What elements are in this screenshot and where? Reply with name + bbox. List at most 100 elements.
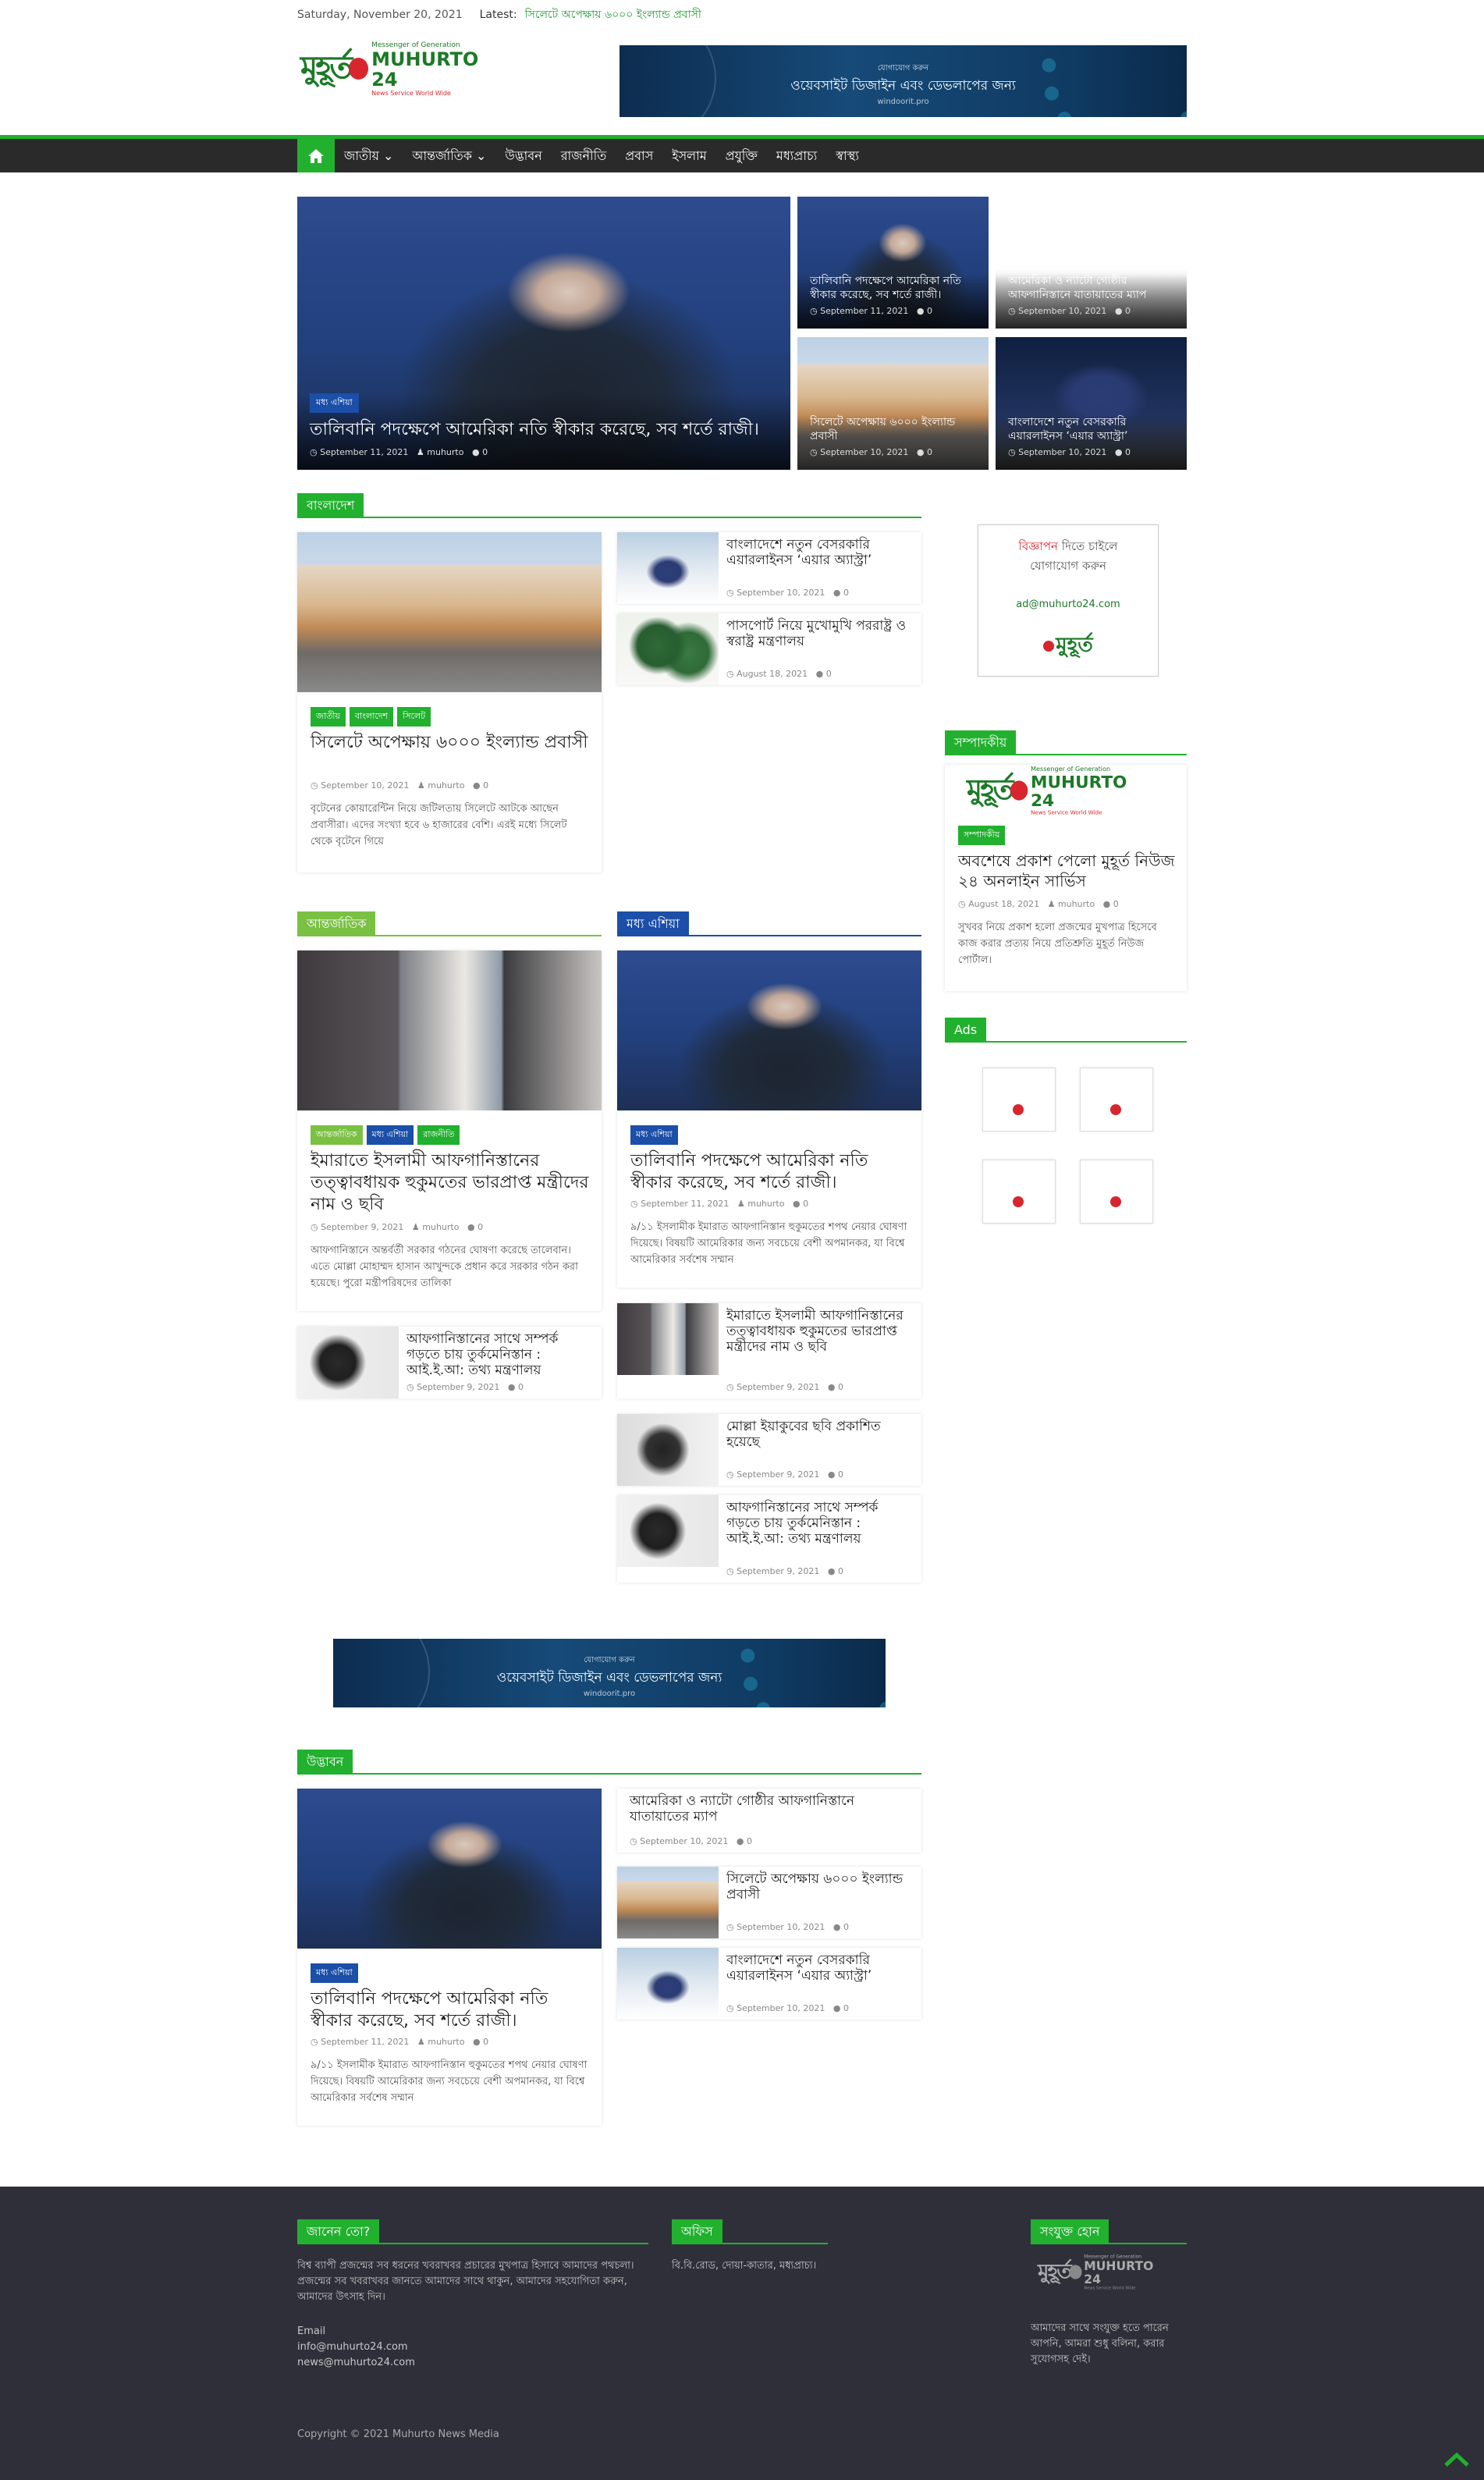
list-item-title[interactable]: মোল্লা ইয়াকুবের ছবি প্রকাশিত হয়েছে (726, 1419, 914, 1450)
scroll-to-top-button[interactable] (1443, 2452, 1470, 2468)
tag[interactable]: মধ্য এশিয়া (630, 1125, 678, 1145)
ad-thumbnail[interactable] (1080, 1160, 1153, 1224)
list-item-meta: ◷ September 9, 2021 ● 0 (726, 1566, 843, 1576)
featured-small-4[interactable]: বাংলাদেশে নতুন বেসরকারি এয়ারলাইনস ‘এয়া… (996, 337, 1187, 470)
home-button[interactable] (297, 139, 335, 172)
featured-small-2[interactable]: আমেরিকা ও ন্যাটো গোষ্ঠীর আফগানিস্তানে যা… (996, 197, 1187, 329)
featured-main[interactable]: মধ্য এশিয়া তালিবানি পদক্ষেপে আমেরিকা নত… (297, 197, 790, 470)
nav-item-technology[interactable]: প্রযুক্তি (716, 139, 767, 172)
list-item-thumb[interactable] (617, 1867, 719, 1938)
list-item-meta: ◷ August 18, 2021 ● 0 (726, 669, 832, 679)
list-item[interactable]: বাংলাদেশে নতুন বেসরকারি এয়ারলাইনস ‘এয়া… (617, 1948, 921, 2020)
nav-item-national[interactable]: জাতীয় ⌄ (335, 139, 403, 172)
nav-item-islam[interactable]: ইসলাম (662, 139, 715, 172)
ad-email: ad@muhurto24.com (1016, 599, 1120, 610)
nav-item-middle-east[interactable]: মধ্যপ্রাচ্য (767, 139, 826, 172)
banner-line1: যোগাযোগ করুন (877, 64, 929, 73)
featured-main-category[interactable]: মধ্য এশিয়া (310, 393, 359, 413)
ad-line1: বিজ্ঞাপন দিতে চাইলে (1018, 539, 1118, 553)
list-item-title[interactable]: সিলেটে অপেক্ষায় ৬০০০ ইংল্যান্ড প্রবাসী (726, 1871, 914, 1903)
list-item[interactable]: আফগানিস্তানের সাথে সম্পর্ক গড়তে চায় তু… (617, 1495, 921, 1583)
list-item-meta: ◷ September 9, 2021 ● 0 (726, 1382, 843, 1392)
list-item-meta: ◷ September 10, 2021 ● 0 (726, 1922, 849, 1932)
tag[interactable]: মধ্য এশিয়া (311, 1963, 358, 1983)
list-item-title[interactable]: বাংলাদেশে নতুন বেসরকারি এয়ারলাইনস ‘এয়া… (726, 537, 914, 568)
list-item[interactable]: আফগানিস্তানের সাথে সম্পর্ক গড়তে চায় তু… (297, 1327, 602, 1398)
ad-thumbnail[interactable] (982, 1068, 1056, 1132)
home-icon (308, 148, 324, 163)
list-item[interactable]: পাসপোর্ট নিয়ে মুখোমুখি পররাষ্ট্র ও স্বর… (617, 613, 921, 685)
editorial-meta: ◷ August 18, 2021 ♟ muhurto ● 0 (958, 899, 1119, 909)
copyright-link[interactable]: Muhurto News Media (392, 2428, 499, 2440)
list-item-title[interactable]: আফগানিস্তানের সাথে সম্পর্ক গড়তে চায় তু… (726, 1500, 914, 1547)
list-item-thumb[interactable] (617, 613, 719, 685)
tag[interactable]: রাজনীতি (417, 1125, 460, 1145)
list-item-thumb[interactable] (617, 1495, 719, 1567)
logo-dot-icon (1013, 1196, 1024, 1207)
featured-small-title[interactable]: আমেরিকা ও ন্যাটো গোষ্ঠীর আফগানিস্তানে যা… (1008, 274, 1174, 302)
editorial-title[interactable]: অবশেষে প্রকাশ পেলো মুহূর্ত নিউজ ২৪ অনলাই… (958, 851, 1180, 891)
list-item-title[interactable]: বাংলাদেশে নতুন বেসরকারি এয়ারলাইনস ‘এয়া… (726, 1952, 914, 1984)
footer-logo[interactable]: মুহূর্ত Messenger of Generation MUHURTO … (1038, 2254, 1165, 2290)
nav-item-health[interactable]: স্বাস্থ্য (826, 139, 868, 172)
list-item-thumb[interactable] (297, 1327, 399, 1398)
featured-small-title[interactable]: তালিবানি পদক্ষেপে আমেরিকা নতি স্বীকার কর… (810, 274, 976, 302)
footer-join-text: আমাদের সাথে সংযুক্ত হতে পারেন আপনি, আমরা… (1031, 2322, 1169, 2365)
list-item-meta: ◷ September 9, 2021 ● 0 (726, 1469, 843, 1480)
sidebar-ad-box[interactable]: বিজ্ঞাপন দিতে চাইলে যোগাযোগ করুন ad@muhu… (978, 524, 1159, 677)
innovation-main-image[interactable] (297, 1789, 602, 1949)
tag[interactable]: মধ্য এশিয়া (366, 1125, 414, 1145)
ad-thumbnail[interactable] (982, 1160, 1056, 1224)
list-item[interactable]: মোল্লা ইয়াকুবের ছবি প্রকাশিত হয়েছে ◷ S… (617, 1414, 921, 1486)
banner-line2: ওয়েবসাইট ডিজাইন এবং ডেভলাপের জন্য (496, 1670, 722, 1686)
featured-small-1[interactable]: তালিবানি পদক্ষেপে আমেরিকা নতি স্বীকার কর… (797, 197, 989, 329)
innovation-main-excerpt: ৯/১১ ইসলামীক ইমারাত আফগানিস্তান হুকুমতের… (311, 2059, 588, 2104)
tag[interactable]: জাতীয় (311, 707, 346, 727)
international-main-image[interactable] (297, 950, 602, 1110)
list-item-thumb[interactable] (617, 1948, 719, 2020)
footer-email-info[interactable]: info@muhurto24.com (297, 2340, 408, 2355)
list-item[interactable]: বাংলাদেশে নতুন বেসরকারি এয়ারলাইনস ‘এয়া… (617, 532, 921, 604)
nav-item-politics[interactable]: রাজনীতি (552, 139, 616, 172)
innovation-main-title[interactable]: তালিবানি পদক্ষেপে আমেরিকা নতি স্বীকার কর… (311, 1988, 591, 2032)
list-item[interactable]: সিলেটে অপেক্ষায় ৬০০০ ইংল্যান্ড প্রবাসী … (617, 1867, 921, 1938)
chevron-up-icon (1444, 2452, 1469, 2467)
footer-email-news[interactable]: news@muhurto24.com (297, 2355, 415, 2371)
current-date: Saturday, November 20, 2021 (297, 9, 463, 21)
list-item-title[interactable]: আমেরিকা ও ন্যাটো গোষ্ঠীর আফগানিস্তানে যা… (630, 1793, 914, 1824)
list-item-thumb[interactable] (617, 532, 719, 604)
list-item-title[interactable]: পাসপোর্ট নিয়ে মুখোমুখি পররাষ্ট্র ও স্বর… (726, 618, 914, 649)
list-item-thumb[interactable] (617, 1303, 719, 1375)
site-logo[interactable]: মুহূর্ত Messenger of Generation MUHURTO … (300, 41, 495, 97)
central-asia-main-title[interactable]: তালিবানি পদক্ষেপে আমেরিকা নতি স্বীকার কর… (630, 1150, 911, 1194)
mid-ad-banner[interactable]: যোগাযোগ করুন ওয়েবসাইট ডিজাইন এবং ডেভলাপ… (333, 1639, 886, 1707)
international-main-title[interactable]: ইমারাতে ইসলামী আফগানিস্তানের তত্ত্বাবধায… (311, 1150, 591, 1216)
featured-small-meta: ◷ September 10, 2021 ● 0 (810, 447, 932, 457)
nav-item-expat[interactable]: প্রবাস (616, 139, 662, 172)
central-asia-main-image[interactable] (617, 950, 921, 1110)
nav-item-innovation[interactable]: উদ্ভাবন (495, 139, 551, 172)
tag[interactable]: সিলেট (397, 707, 431, 727)
editorial-excerpt: সুখবর নিয়ে প্রকাশ হলো প্রজন্মের মুখপাত্… (958, 922, 1157, 966)
ad-thumbnail[interactable] (1080, 1068, 1153, 1132)
list-item[interactable]: আমেরিকা ও ন্যাটো গোষ্ঠীর আফগানিস্তানে যা… (617, 1789, 921, 1853)
featured-small-title[interactable]: বাংলাদেশে নতুন বেসরকারি এয়ারলাইনস ‘এয়া… (1008, 415, 1174, 443)
list-item-title[interactable]: আফগানিস্তানের সাথে সম্পর্ক গড়তে চায় তু… (407, 1331, 594, 1378)
list-item[interactable]: ইমারাতে ইসলামী আফগানিস্তানের তত্ত্বাবধায… (617, 1303, 921, 1398)
featured-main-title[interactable]: তালিবানি পদক্ষেপে আমেরিকা নতি স্বীকার কর… (310, 419, 778, 441)
latest-news-link[interactable]: সিলেটে অপেক্ষায় ৬০০০ ইংল্যান্ড প্রবাসী (525, 5, 701, 24)
list-item-thumb[interactable] (617, 1414, 719, 1486)
header-ad-banner[interactable]: যোগাযোগ করুন ওয়েবসাইট ডিজাইন এবং ডেভলাপ… (620, 45, 1187, 117)
featured-small-title[interactable]: সিলেটে অপেক্ষায় ৬০০০ ইংল্যান্ড প্রবাসী (810, 415, 976, 443)
nav-item-international[interactable]: আন্তর্জাতিক ⌄ (403, 139, 495, 172)
footer-heading-about: জানেন তো? (297, 2219, 648, 2244)
bangladesh-main-image[interactable] (297, 532, 602, 692)
featured-small-3[interactable]: সিলেটে অপেক্ষায় ৬০০০ ইংল্যান্ড প্রবাসী … (797, 337, 989, 470)
tag[interactable]: আন্তর্জাতিক (311, 1125, 363, 1145)
tag[interactable]: সম্পাদকীয় (958, 826, 1006, 845)
bangladesh-main-title[interactable]: সিলেটে অপেক্ষায় ৬০০০ ইংল্যান্ড প্রবাসী (311, 732, 591, 754)
logo-dot-icon (1043, 641, 1055, 652)
tag[interactable]: বাংলাদেশ (349, 707, 394, 727)
list-item-title[interactable]: ইমারাতে ইসলামী আফগানিস্তানের তত্ত্বাবধায… (726, 1308, 914, 1355)
list-item-meta: ◷ September 10, 2021 ● 0 (726, 588, 849, 598)
